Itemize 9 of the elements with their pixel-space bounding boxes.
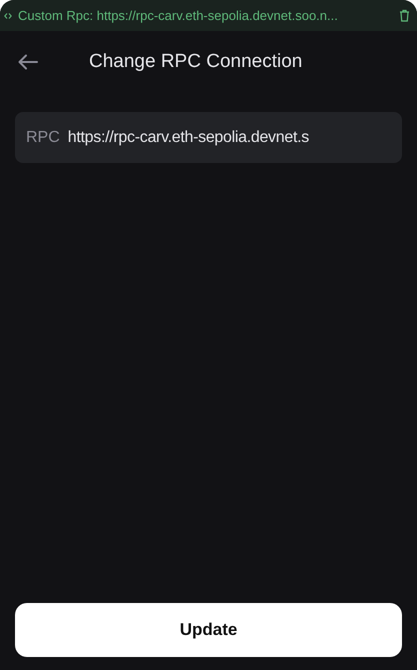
rpc-field[interactable]: RPC https://rpc-carv.eth-sepolia.devnet.s bbox=[15, 112, 402, 163]
back-icon[interactable] bbox=[18, 54, 38, 70]
field-label: RPC bbox=[26, 128, 60, 148]
banner-text: Custom Rpc: https://rpc-carv.eth-sepolia.devnet.soo.n... bbox=[18, 6, 339, 25]
code-icon bbox=[4, 12, 12, 18]
update-button[interactable]: Update bbox=[15, 603, 402, 657]
delete-icon[interactable] bbox=[399, 9, 410, 22]
field-value: https://rpc-carv.eth-sepolia.devnet.s bbox=[68, 128, 309, 148]
page-title: Change RPC Connection bbox=[89, 50, 302, 74]
